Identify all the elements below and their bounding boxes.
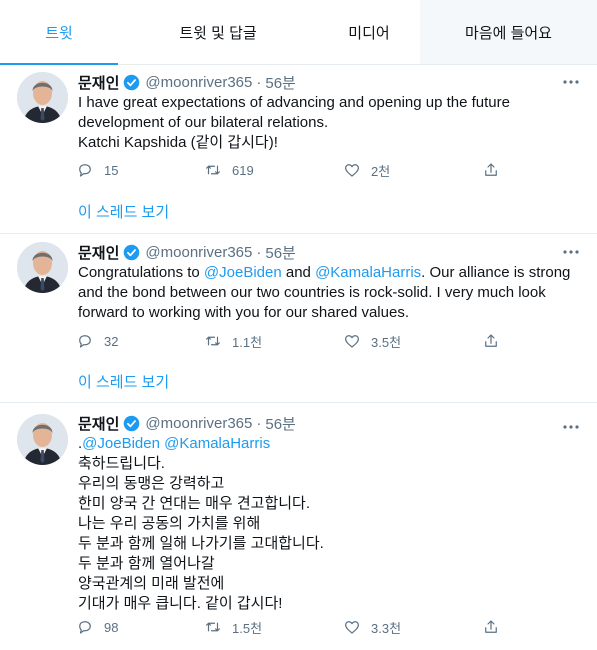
share-button[interactable] — [482, 615, 510, 639]
share-icon — [485, 163, 497, 176]
text-segment: Congratulations to — [78, 264, 204, 281]
avatar[interactable] — [17, 414, 68, 465]
tab-tweets-and-replies-label: 트윗 및 답글 — [179, 24, 257, 42]
author-name[interactable]: 문재인 — [78, 72, 119, 93]
reply-button[interactable]: 15 — [76, 158, 118, 182]
heart-icon — [345, 621, 359, 634]
profile-tabs: 트윗 트윗 및 답글 미디어 마음에 들어요 — [0, 0, 597, 65]
mention-link[interactable]: @KamalaHarris — [315, 264, 421, 281]
share-icon — [485, 620, 497, 633]
tweet-line: and the bond between our two countries i… — [78, 284, 546, 301]
like-button[interactable]: 2천 — [343, 158, 390, 182]
tweet-line: development of our bilateral relations. — [78, 114, 329, 131]
more-icon[interactable] — [561, 72, 581, 92]
separator-dot: · — [256, 414, 262, 432]
tab-tweets[interactable]: 트윗 — [0, 0, 118, 65]
author-name[interactable]: 문재인 — [78, 242, 119, 263]
reply-button[interactable]: 98 — [76, 615, 118, 639]
text-segment: and — [281, 264, 316, 281]
reply-button[interactable]: 32 — [76, 329, 118, 353]
tweet-2[interactable]: 문재인 @moonriver365 · 56분 Congratulations … — [0, 234, 597, 403]
like-button[interactable]: 3.3천 — [343, 615, 401, 639]
retweet-count: 619 — [232, 162, 254, 178]
retweet-icon — [206, 336, 220, 346]
verified-badge-icon — [124, 74, 140, 90]
tweet-line: 기대가 매우 큽니다. 같이 갑시다! — [78, 595, 283, 612]
tweet-line: .@JoeBiden @KamalaHarris — [78, 434, 583, 454]
retweet-icon — [206, 165, 220, 175]
verified-badge-icon — [124, 244, 140, 260]
tweet-line: 두 분과 함께 열어나갈 — [78, 555, 215, 572]
reply-icon — [79, 164, 91, 177]
heart-icon — [345, 164, 359, 177]
reply-icon — [79, 335, 91, 348]
tab-tweets-and-replies[interactable]: 트윗 및 답글 — [118, 0, 318, 64]
retweet-count: 1.5천 — [232, 620, 263, 636]
retweet-icon — [206, 622, 220, 632]
tweet-line: 축하드립니다. — [78, 455, 165, 472]
like-button[interactable]: 3.5천 — [343, 329, 401, 353]
tweet-text: I have great expectations of advancing a… — [78, 93, 583, 153]
tweet-line: 두 분과 함께 일해 나가기를 고대합니다. — [78, 535, 324, 552]
author-name[interactable]: 문재인 — [78, 413, 119, 434]
timestamp[interactable]: 56분 — [265, 413, 296, 434]
show-thread-link[interactable]: 이 스레드 보기 — [78, 371, 169, 392]
like-count: 2천 — [371, 163, 391, 179]
tweet-actions: 98 1.5천 3.3천 — [0, 615, 597, 639]
retweet-button[interactable]: 1.1천 — [204, 329, 262, 353]
share-button[interactable] — [482, 329, 510, 353]
tab-likes[interactable]: 마음에 들어요 — [420, 0, 597, 64]
tweet-line: 양국관계의 미래 발전에 — [78, 575, 225, 592]
tweet-actions: 15 619 2천 — [0, 158, 597, 182]
retweet-count: 1.1천 — [232, 334, 263, 350]
tweet-line: Katchi Kapshida (같이 갑시다)! — [78, 134, 278, 151]
tweet-3[interactable]: 문재인 @moonriver365 · 56분 .@JoeBiden @Kama… — [0, 403, 597, 650]
separator-dot: · — [256, 243, 262, 261]
share-button[interactable] — [482, 158, 510, 182]
tweet-line: I have great expectations of advancing a… — [78, 94, 510, 111]
tweet-line: Congratulations to @JoeBiden and @Kamala… — [78, 263, 583, 283]
tweet-line: 우리의 동맹은 강력하고 — [78, 475, 225, 492]
separator-dot: · — [256, 73, 262, 91]
tab-likes-label: 마음에 들어요 — [465, 24, 552, 42]
author-handle[interactable]: @moonriver365 — [145, 74, 252, 91]
like-count: 3.5천 — [371, 334, 402, 350]
mention-link[interactable]: @JoeBiden — [204, 264, 282, 281]
avatar[interactable] — [17, 72, 68, 123]
avatar[interactable] — [17, 242, 68, 293]
retweet-button[interactable]: 1.5천 — [204, 615, 262, 639]
tab-media[interactable]: 미디어 — [318, 0, 420, 64]
tweet-text: Congratulations to @JoeBiden and @Kamala… — [78, 263, 583, 323]
more-icon[interactable] — [561, 242, 581, 262]
reply-count: 15 — [104, 162, 119, 178]
tweet-1[interactable]: 문재인 @moonriver365 · 56분 I have great exp… — [0, 65, 597, 234]
tab-tweets-label: 트윗 — [45, 24, 73, 42]
heart-icon — [345, 335, 359, 348]
reply-count: 98 — [104, 619, 119, 635]
retweet-button[interactable]: 619 — [204, 158, 254, 182]
mention-link[interactable]: @KamalaHarris — [164, 435, 270, 452]
like-count: 3.3천 — [371, 620, 402, 636]
mention-link[interactable]: @JoeBiden — [82, 435, 160, 452]
show-thread-link[interactable]: 이 스레드 보기 — [78, 201, 169, 222]
text-segment: . Our alliance is strong — [421, 264, 571, 281]
author-handle[interactable]: @moonriver365 — [145, 415, 252, 432]
verified-badge-icon — [124, 415, 140, 431]
timestamp[interactable]: 56분 — [265, 242, 296, 263]
reply-count: 32 — [104, 333, 119, 349]
tab-media-label: 미디어 — [348, 24, 390, 42]
tweet-text: .@JoeBiden @KamalaHarris 축하드립니다. 우리의 동맹은… — [78, 434, 583, 614]
tweet-line: 한미 양국 간 연대는 매우 견고합니다. — [78, 495, 311, 512]
tweet-line: 나는 우리 공동의 가치를 위해 — [78, 515, 261, 532]
timestamp[interactable]: 56분 — [265, 72, 296, 93]
tweet-actions: 32 1.1천 3.5천 — [0, 329, 597, 353]
author-handle[interactable]: @moonriver365 — [145, 244, 252, 261]
share-icon — [485, 334, 497, 347]
reply-icon — [79, 621, 91, 634]
tweet-line: forward to working with you for our shar… — [78, 304, 409, 321]
